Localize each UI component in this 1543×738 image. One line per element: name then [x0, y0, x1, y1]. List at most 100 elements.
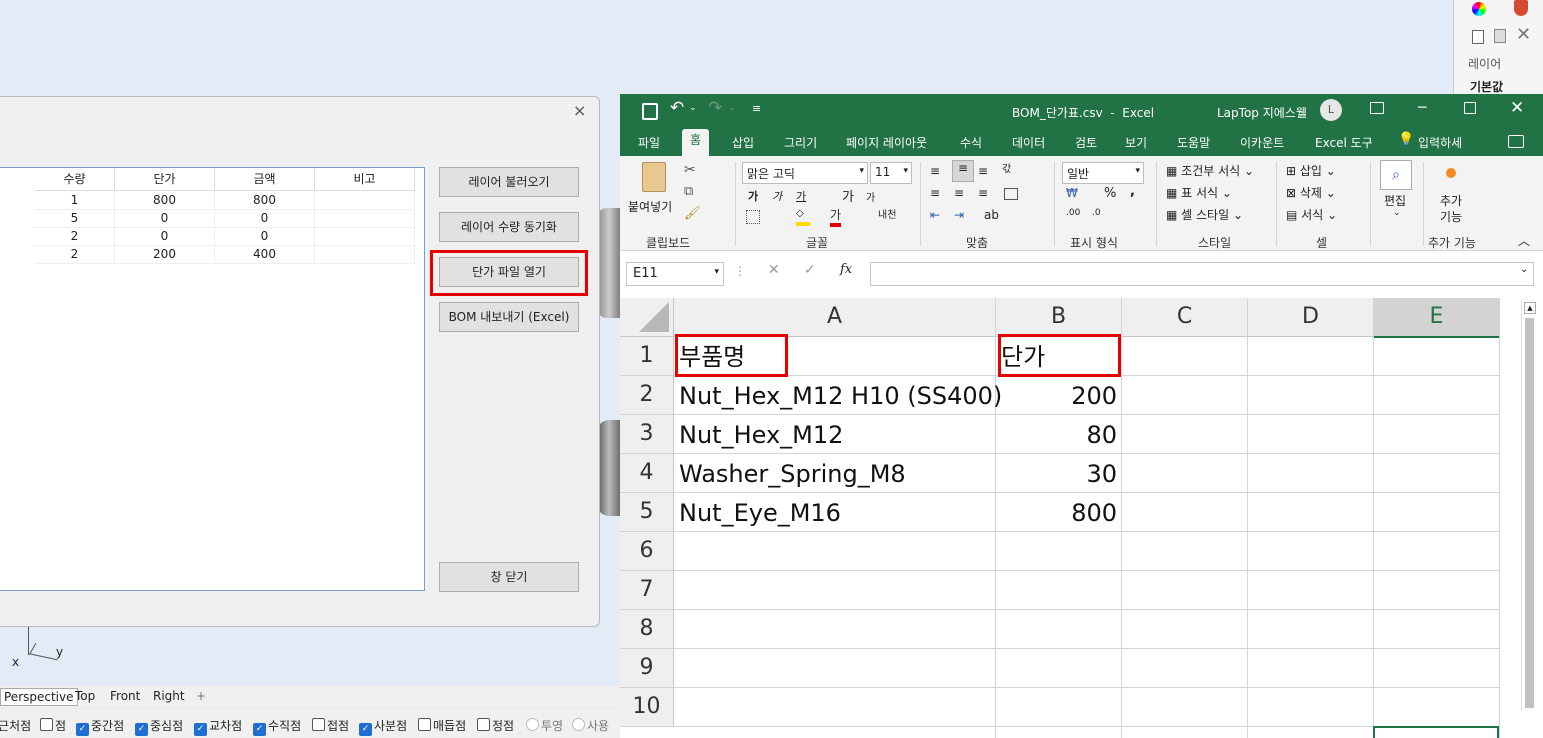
- minimize-icon[interactable]: ─: [1418, 100, 1426, 116]
- align-right-icon[interactable]: ≡: [978, 186, 988, 200]
- row-header-5[interactable]: 5: [620, 493, 674, 532]
- formula-input[interactable]: [870, 262, 1534, 286]
- vertical-scrollbar[interactable]: ▲: [1521, 300, 1538, 710]
- osnap-perpendicular[interactable]: ✓ 수직점: [253, 717, 301, 736]
- addins-button-line1[interactable]: 추가: [1440, 192, 1462, 209]
- decrease-decimal-icon[interactable]: .0: [1092, 208, 1101, 218]
- row-header-1[interactable]: 1: [620, 337, 674, 376]
- osnap-center[interactable]: ✓ 중심점: [135, 717, 183, 736]
- maximize-icon[interactable]: [1464, 102, 1476, 114]
- collapse-ribbon-icon[interactable]: ︿: [1518, 232, 1530, 249]
- new-layer-icon[interactable]: [1472, 30, 1484, 44]
- row-header-3[interactable]: 3: [620, 415, 674, 454]
- cut-icon[interactable]: ✂: [684, 162, 696, 178]
- tab-insert[interactable]: 삽입: [732, 134, 754, 151]
- tab-draw[interactable]: 그리기: [784, 134, 817, 151]
- avatar[interactable]: L: [1320, 99, 1342, 121]
- decrease-indent-icon[interactable]: ⇤: [930, 208, 940, 222]
- format-cells-button[interactable]: ▤ 서식 ⌄: [1286, 206, 1337, 223]
- align-top-icon[interactable]: ≡: [930, 164, 940, 178]
- cell-note[interactable]: [315, 227, 415, 246]
- cell-b4[interactable]: 30: [996, 454, 1117, 492]
- cell-note[interactable]: [315, 209, 415, 228]
- comma-icon[interactable]: ,: [1130, 184, 1135, 199]
- expand-formula-icon[interactable]: ⌄: [1520, 264, 1528, 275]
- addins-icon[interactable]: [1446, 168, 1456, 178]
- tab-file[interactable]: 파일: [638, 134, 660, 151]
- increase-decimal-icon[interactable]: .00: [1066, 208, 1080, 218]
- tab-ecount[interactable]: 이카운트: [1240, 134, 1284, 151]
- delete-layer-icon[interactable]: ✕: [1516, 24, 1531, 45]
- column-header-qty[interactable]: 수량: [35, 168, 115, 191]
- worksheet[interactable]: A B C D E 1 2 3 4 5 6 7 8 9 10 부품명 단가 Nu…: [620, 298, 1525, 738]
- cell-amount[interactable]: 400: [215, 245, 315, 264]
- tab-page-layout[interactable]: 페이지 레이아웃: [846, 134, 927, 151]
- editing-button[interactable]: 편집: [1384, 192, 1406, 209]
- tab-top[interactable]: Top: [75, 689, 95, 703]
- tell-me-input[interactable]: 입력하세: [1418, 134, 1462, 151]
- tab-formulas[interactable]: 수식: [960, 134, 982, 151]
- chevron-down-icon[interactable]: ⌄: [689, 103, 697, 113]
- number-format-select[interactable]: 일반 ▾: [1062, 162, 1144, 184]
- osnap-knot[interactable]: 매듭점: [418, 717, 466, 734]
- tab-front[interactable]: Front: [110, 689, 140, 703]
- osnap-near[interactable]: 근처점: [0, 717, 31, 734]
- underline-icon[interactable]: 가: [796, 188, 806, 204]
- row-header-10[interactable]: 10: [620, 688, 674, 727]
- row-header-7[interactable]: 7: [620, 571, 674, 610]
- cell-b5[interactable]: 800: [996, 493, 1117, 531]
- tab-review[interactable]: 검토: [1075, 134, 1097, 151]
- align-center-icon[interactable]: ≡: [954, 186, 964, 200]
- ribbon-display-icon[interactable]: [1370, 102, 1384, 114]
- export-bom-button[interactable]: BOM 내보내기 (Excel): [439, 302, 579, 332]
- tab-perspective[interactable]: Perspective: [0, 688, 78, 706]
- phonetic-icon[interactable]: 내천: [878, 206, 896, 221]
- row-header-4[interactable]: 4: [620, 454, 674, 493]
- osnap-point[interactable]: 점: [40, 717, 66, 734]
- comments-icon[interactable]: [1508, 135, 1524, 148]
- cell-a3[interactable]: Nut_Hex_M12: [679, 415, 843, 453]
- cell-note[interactable]: [315, 191, 415, 210]
- decrease-font-icon[interactable]: 가: [866, 189, 875, 204]
- cell-styles-button[interactable]: ▦ 셀 스타일 ⌄: [1166, 206, 1243, 223]
- close-icon[interactable]: ×: [573, 101, 586, 120]
- addins-button-line2[interactable]: 기능: [1440, 208, 1462, 225]
- osnap-intersection[interactable]: ✓ 교차점: [194, 717, 242, 736]
- column-header-note[interactable]: 비고: [315, 168, 415, 191]
- scroll-up-icon[interactable]: ▲: [1524, 302, 1536, 314]
- cancel-icon[interactable]: ✕: [768, 262, 780, 278]
- copy-layer-icon[interactable]: [1494, 29, 1506, 43]
- tab-excel-tools[interactable]: Excel 도구: [1315, 134, 1373, 151]
- select-all-button[interactable]: [620, 298, 674, 337]
- row-header-2[interactable]: 2: [620, 376, 674, 415]
- merge-icon[interactable]: [1004, 188, 1018, 200]
- insert-cells-button[interactable]: ⊞ 삽입 ⌄: [1286, 162, 1336, 179]
- increase-font-icon[interactable]: 가: [842, 186, 854, 205]
- osnap-quadrant[interactable]: ✓ 사분점: [359, 717, 407, 736]
- font-size-select[interactable]: 11 ▾: [870, 162, 912, 184]
- fill-color-icon[interactable]: ◇: [796, 208, 810, 226]
- close-dialog-button[interactable]: 창 닫기: [439, 562, 579, 592]
- percent-icon[interactable]: %: [1104, 186, 1116, 201]
- cell-qty[interactable]: 5: [35, 209, 115, 228]
- cell-qty[interactable]: 2: [35, 227, 115, 246]
- font-color-icon[interactable]: 가: [830, 206, 842, 227]
- cell-a2[interactable]: Nut_Hex_M12 H10 (SS400): [679, 376, 1002, 414]
- column-header-a[interactable]: A: [674, 298, 996, 337]
- increase-indent-icon[interactable]: ⇥: [954, 208, 964, 222]
- bold-icon[interactable]: 가: [748, 188, 758, 204]
- tab-home[interactable]: 홈: [682, 129, 710, 156]
- save-icon[interactable]: [642, 103, 658, 120]
- row-header-9[interactable]: 9: [620, 649, 674, 688]
- tab-help[interactable]: 도움말: [1177, 134, 1210, 151]
- column-header-price[interactable]: 단가: [115, 168, 215, 191]
- tab-view[interactable]: 보기: [1125, 134, 1147, 151]
- insert-function-icon[interactable]: fx: [840, 262, 852, 277]
- column-header-e[interactable]: E: [1374, 298, 1500, 338]
- column-header-b[interactable]: B: [996, 298, 1122, 337]
- scrollbar-thumb[interactable]: [1525, 318, 1534, 708]
- cell-price[interactable]: 200: [115, 245, 215, 264]
- cell-amount[interactable]: 0: [215, 227, 315, 246]
- column-header-d[interactable]: D: [1248, 298, 1374, 337]
- osnap-enable[interactable]: 사용: [572, 717, 609, 734]
